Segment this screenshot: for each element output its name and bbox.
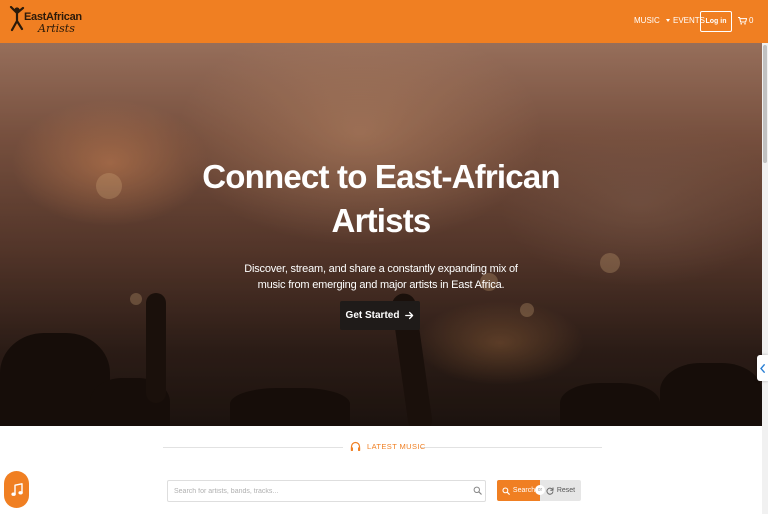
cart-button[interactable]: 0 bbox=[738, 16, 753, 25]
cart-icon bbox=[738, 16, 747, 25]
search-input[interactable] bbox=[168, 481, 468, 501]
search-field-wrapper bbox=[167, 480, 486, 502]
search-icon bbox=[473, 486, 482, 495]
search-button-label: Search bbox=[512, 487, 536, 494]
nav-music-dropdown[interactable]: MUSIC bbox=[634, 16, 670, 25]
search-button[interactable]: Search bbox=[497, 480, 540, 501]
music-note-icon bbox=[10, 482, 23, 496]
scrollbar-thumb[interactable] bbox=[763, 45, 767, 163]
caret-down-icon bbox=[665, 19, 670, 22]
arrow-right-icon bbox=[405, 311, 414, 320]
page-scrollbar[interactable] bbox=[762, 43, 768, 514]
reset-button[interactable]: Reset bbox=[540, 480, 581, 501]
or-separator: or bbox=[535, 485, 545, 495]
hero-banner: Connect to East-African Artists Discover… bbox=[0, 43, 762, 426]
latest-music-label: LATEST MUSIC bbox=[367, 442, 426, 451]
hero-subtitle: Discover, stream, and share a constantly… bbox=[244, 263, 518, 291]
latest-music-heading: LATEST MUSIC bbox=[350, 441, 426, 452]
site-logo[interactable]: EastAfrican Artists bbox=[8, 6, 82, 36]
chevron-left-icon bbox=[760, 363, 765, 373]
section-divider-left bbox=[163, 447, 343, 448]
refresh-icon bbox=[546, 486, 554, 495]
headphones-icon bbox=[350, 441, 361, 451]
section-divider-right bbox=[420, 447, 602, 448]
side-panel-toggle[interactable] bbox=[757, 355, 768, 381]
get-started-label: Get Started bbox=[345, 310, 400, 321]
top-navbar: EastAfrican Artists MUSIC EVENTS Log in … bbox=[0, 0, 768, 43]
nav-music-label: MUSIC bbox=[634, 16, 660, 25]
get-started-button[interactable]: Get Started bbox=[340, 301, 420, 330]
logo-text-bottom: Artists bbox=[38, 22, 75, 35]
search-icon bbox=[502, 486, 510, 495]
cart-count: 0 bbox=[749, 16, 754, 25]
reset-button-label: Reset bbox=[556, 487, 576, 494]
music-player-button[interactable] bbox=[4, 471, 29, 508]
login-button[interactable]: Log in bbox=[700, 11, 732, 32]
hero-title: Connect to East-African Artists bbox=[202, 158, 560, 239]
